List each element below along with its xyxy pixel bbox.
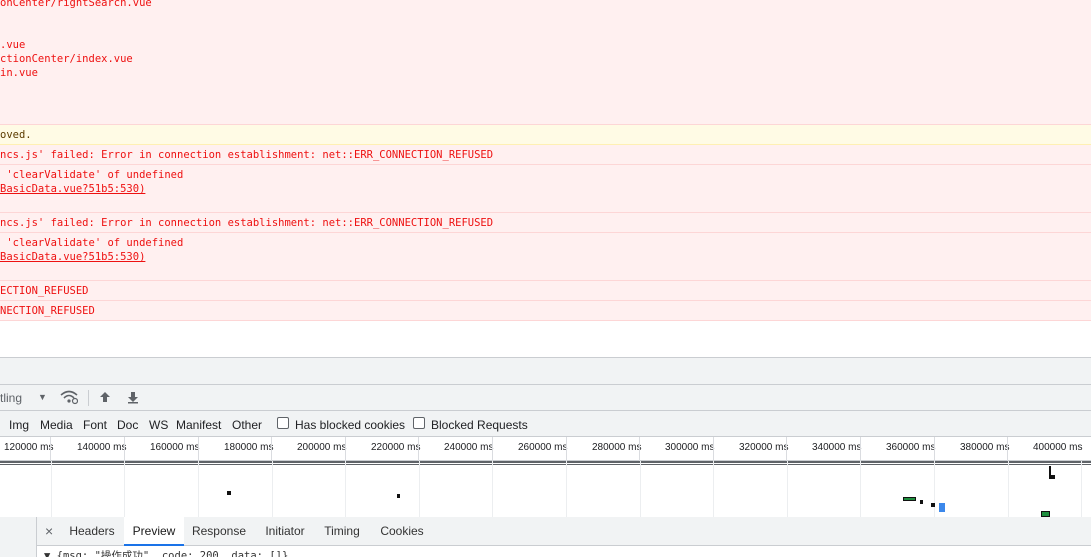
timeline-header[interactable]: 120000 ms 140000 ms 160000 ms 180000 ms … <box>0 437 1091 461</box>
has-blocked-cookies-checkbox[interactable] <box>277 417 289 429</box>
timeline-top-divider <box>0 461 1091 465</box>
blocked-requests-label: Blocked Requests <box>431 418 528 432</box>
console-line: 'clearValidate' of undefined <box>0 169 184 181</box>
console-panel: onCenter/rightSearch.vue .vue ctionCente… <box>0 0 1091 358</box>
source-link[interactable]: BasicData.vue?51b5:530) <box>0 250 145 264</box>
export-har-icon[interactable] <box>126 390 140 407</box>
console-warning: oved. <box>0 125 1091 145</box>
filter-bar: Img Media Font Doc WS Manifest Other Has… <box>0 411 1091 437</box>
console-error: NECTION_REFUSED <box>0 301 1091 321</box>
request-bar <box>227 491 231 495</box>
filter-type-manifest[interactable]: Manifest <box>176 418 221 432</box>
timeline-tick: 200000 ms <box>271 437 346 461</box>
tab-timing[interactable]: Timing <box>318 517 366 546</box>
preview-json-line[interactable]: ▼ {msg: "操作成功", code: 200, data: []} <box>44 549 288 557</box>
timeline-tick: 240000 ms <box>418 437 493 461</box>
filter-type-doc[interactable]: Doc <box>117 418 138 432</box>
close-icon[interactable]: × <box>45 523 53 539</box>
source-link[interactable]: BasicData.vue?51b5:530) <box>0 182 145 196</box>
throttling-label: tling <box>0 391 23 405</box>
filter-type-ws[interactable]: WS <box>149 418 168 432</box>
timeline-tick: 220000 ms <box>345 437 420 461</box>
console-line: in.vue <box>0 67 38 79</box>
timeline-tick: 380000 ms <box>934 437 1009 461</box>
timeline-overview[interactable] <box>0 461 1091 517</box>
timeline-tick: 360000 ms <box>860 437 935 461</box>
timeline-tick: 160000 ms <box>124 437 199 461</box>
console-line: oved. <box>0 129 32 141</box>
timeline-tick: 400000 ms <box>1007 437 1082 461</box>
tab-cookies[interactable]: Cookies <box>374 517 430 546</box>
timeline-tick: 260000 ms <box>492 437 567 461</box>
console-error: ncs.js' failed: Error in connection esta… <box>0 145 1091 165</box>
filter-type-media[interactable]: Media <box>40 418 73 432</box>
network-toolbar: tling ▼ <box>0 385 1091 411</box>
import-har-icon[interactable] <box>98 390 112 407</box>
request-bar <box>1050 475 1055 479</box>
panel-divider[interactable] <box>0 357 1091 385</box>
request-details: × Headers Preview Response Initiator Tim… <box>0 517 1091 557</box>
request-list-stub <box>0 517 37 557</box>
console-line: 'clearValidate' of undefined <box>0 237 184 249</box>
chevron-down-icon[interactable]: ▼ <box>38 392 47 402</box>
tab-initiator[interactable]: Initiator <box>256 517 314 546</box>
console-line: .vue <box>0 39 26 51</box>
timeline-tick: 140000 ms <box>50 437 126 461</box>
console-error: ncs.js' failed: Error in connection esta… <box>0 213 1091 233</box>
timeline-tick: 280000 ms <box>566 437 641 461</box>
request-bar <box>397 494 400 498</box>
timeline-tick: 120000 ms <box>4 442 54 453</box>
has-blocked-cookies-label: Has blocked cookies <box>295 418 406 432</box>
console-line: ctionCenter/index.vue <box>0 53 133 65</box>
tab-response[interactable]: Response <box>188 517 250 546</box>
filter-type-font[interactable]: Font <box>83 418 107 432</box>
timeline-tick: 300000 ms <box>639 437 714 461</box>
filter-type-img[interactable]: Img <box>9 418 29 432</box>
wifi-icon[interactable] <box>60 389 79 408</box>
tab-preview[interactable]: Preview <box>124 517 184 546</box>
blocked-requests-checkbox[interactable] <box>413 417 425 429</box>
request-bar <box>903 497 916 501</box>
console-line: ncs.js' failed: Error in connection esta… <box>0 217 494 229</box>
request-bar <box>931 503 935 507</box>
console-error: 'clearValidate' of undefined BasicData.v… <box>0 165 1091 213</box>
console-line: ECTION_REFUSED <box>0 285 89 297</box>
console-error: 'clearValidate' of undefined BasicData.v… <box>0 233 1091 281</box>
console-line: onCenter/rightSearch.vue <box>0 0 152 9</box>
console-line: NECTION_REFUSED <box>0 305 95 317</box>
console-error: ECTION_REFUSED <box>0 281 1091 301</box>
console-error-block: onCenter/rightSearch.vue .vue ctionCente… <box>0 0 1091 125</box>
console-line: ncs.js' failed: Error in connection esta… <box>0 149 494 161</box>
timeline-tick: 340000 ms <box>786 437 861 461</box>
tab-headers[interactable]: Headers <box>64 517 120 546</box>
request-bar <box>920 500 923 504</box>
timeline-tick: 180000 ms <box>198 437 273 461</box>
request-bar <box>939 503 945 512</box>
throttling-select[interactable]: tling <box>0 391 22 405</box>
timeline-tick: 320000 ms <box>713 437 788 461</box>
filter-type-other[interactable]: Other <box>232 418 262 432</box>
